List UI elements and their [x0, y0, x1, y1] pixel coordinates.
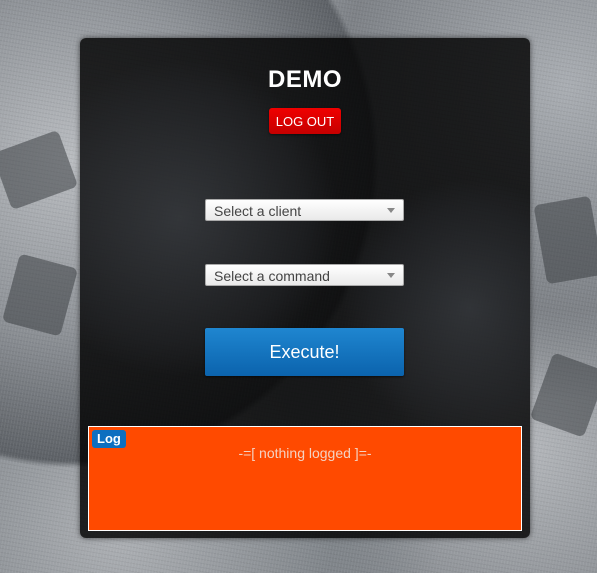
logout-button[interactable]: LOG OUT [269, 108, 341, 134]
gear-decoration [0, 129, 79, 211]
execute-button[interactable]: Execute! [205, 328, 404, 376]
log-message: -=[ nothing logged ]=- [238, 445, 372, 461]
chevron-down-icon [387, 273, 395, 278]
command-select-value: Select a command [214, 268, 330, 284]
gear-decoration [529, 352, 597, 438]
chevron-down-icon [387, 208, 395, 213]
log-panel: Log -=[ nothing logged ]=- [88, 426, 522, 531]
client-select-value: Select a client [214, 203, 302, 219]
main-panel: DEMO LOG OUT Select a client Select a co… [80, 38, 530, 538]
command-select[interactable]: Select a command [205, 264, 404, 286]
gear-decoration [533, 195, 597, 285]
gear-decoration [1, 253, 79, 337]
client-select[interactable]: Select a client [205, 199, 404, 221]
page-title: DEMO [268, 66, 342, 93]
